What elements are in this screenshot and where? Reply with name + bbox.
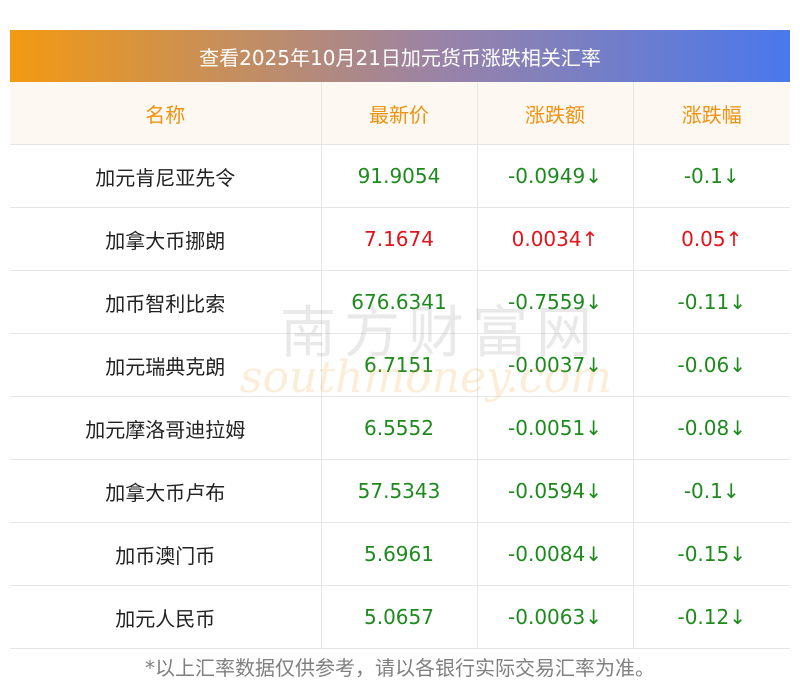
arrow-down-icon: ↓ (585, 164, 602, 188)
arrow-down-icon: ↓ (729, 290, 746, 314)
cell-change: 0.0034↑ (477, 207, 634, 271)
cell-latest-price: 6.7151 (321, 333, 478, 397)
cell-change-pct-value: -0.15 (677, 542, 730, 566)
cell-change-value: -0.0063 (508, 605, 586, 629)
column-header-change: 涨跌额 (477, 82, 634, 145)
column-header-pct: 涨跌幅 (633, 82, 790, 145)
cell-change-pct-value: -0.12 (677, 605, 730, 629)
cell-change: -0.0949↓ (477, 144, 634, 208)
cell-latest-price: 7.1674 (321, 207, 478, 271)
cell-currency-name: 加币澳门币 (10, 522, 322, 586)
cell-latest-price: 6.5552 (321, 396, 478, 460)
arrow-up-icon: ↑ (725, 227, 743, 251)
cell-latest-price: 5.0657 (321, 585, 478, 649)
cell-currency-name-value: 加元人民币 (115, 606, 216, 631)
cell-latest-price-value: 6.7151 (364, 353, 434, 377)
cell-currency-name: 加元瑞典克朗 (10, 333, 322, 397)
arrow-down-icon: ↓ (722, 479, 740, 503)
cell-currency-name: 加拿大币卢布 (10, 459, 322, 523)
cell-change-pct: -0.15↓ (633, 522, 790, 586)
cell-currency-name-value: 加元瑞典克朗 (105, 354, 226, 379)
cell-latest-price-value: 7.1674 (364, 227, 434, 251)
table-row: 加拿大币卢布 57.5343 -0.0594↓ -0.1↓ (10, 459, 790, 523)
cell-change: -0.0063↓ (477, 585, 634, 649)
cell-change: -0.0084↓ (477, 522, 634, 586)
cell-change: -0.0051↓ (477, 396, 634, 460)
cell-currency-name: 加拿大币挪朗 (10, 207, 322, 271)
table-row: 加元摩洛哥迪拉姆 6.5552 -0.0051↓ -0.08↓ (10, 396, 790, 460)
cell-latest-price: 5.6961 (321, 522, 478, 586)
arrow-down-icon: ↓ (585, 416, 602, 440)
cell-change-pct: -0.1↓ (633, 144, 790, 208)
cell-change-pct: -0.08↓ (633, 396, 790, 460)
cell-change-value: -0.0594 (508, 479, 586, 503)
cell-change-pct: 0.05↑ (633, 207, 790, 271)
cell-change-pct-value: -0.1 (683, 164, 723, 188)
table-row: 加元瑞典克朗 6.7151 -0.0037↓ -0.06↓ (10, 333, 790, 397)
cell-change-pct-value: 0.05 (681, 227, 726, 251)
cell-change-pct: -0.1↓ (633, 459, 790, 523)
cell-change-pct: -0.11↓ (633, 270, 790, 334)
arrow-down-icon: ↓ (729, 416, 746, 440)
disclaimer-note: *以上汇率数据仅供参考，请以各银行实际交易汇率为准。 (145, 656, 655, 680)
table-row: 加币智利比索 676.6341 -0.7559↓ -0.11↓ (10, 270, 790, 334)
cell-latest-price: 676.6341 (321, 270, 478, 334)
arrow-down-icon: ↓ (729, 605, 746, 629)
cell-latest-price-value: 57.5343 (357, 479, 441, 503)
cell-latest-price-value: 5.0657 (364, 605, 434, 629)
cell-latest-price-value: 91.9054 (357, 164, 441, 188)
arrow-down-icon: ↓ (729, 353, 746, 377)
cell-latest-price: 91.9054 (321, 144, 478, 208)
table-row: 加币澳门币 5.6961 -0.0084↓ -0.15↓ (10, 522, 790, 586)
cell-currency-name: 加元肯尼亚先令 (10, 144, 322, 208)
cell-currency-name: 加元摩洛哥迪拉姆 (10, 396, 322, 460)
cell-change: -0.0594↓ (477, 459, 634, 523)
cell-change-pct-value: -0.06 (677, 353, 730, 377)
cell-change-value: -0.0949 (508, 164, 586, 188)
cell-change-value: -0.0084 (508, 542, 586, 566)
cell-latest-price-value: 6.5552 (364, 416, 434, 440)
cell-currency-name-value: 加拿大币卢布 (105, 480, 226, 505)
table-row: 加元人民币 5.0657 -0.0063↓ -0.12↓ (10, 585, 790, 649)
cell-latest-price-value: 5.6961 (364, 542, 434, 566)
cell-change-pct: -0.06↓ (633, 333, 790, 397)
rate-panel: 查看2025年10月21日加元货币涨跌相关汇率 名称 最新价 涨跌额 涨跌幅 加… (10, 30, 790, 649)
cell-change-value: 0.0034 (511, 227, 582, 251)
cell-currency-name: 加元人民币 (10, 585, 322, 649)
column-header-price: 最新价 (321, 82, 478, 145)
cell-currency-name-value: 加拿大币挪朗 (105, 228, 226, 253)
cell-latest-price: 57.5343 (321, 459, 478, 523)
table-row: 加元肯尼亚先令 91.9054 -0.0949↓ -0.1↓ (10, 144, 790, 208)
cell-currency-name: 加币智利比索 (10, 270, 322, 334)
column-header-name: 名称 (10, 82, 322, 145)
cell-change-pct-value: -0.1 (683, 479, 723, 503)
cell-change-pct-value: -0.11 (677, 290, 730, 314)
cell-change-value: -0.0051 (508, 416, 586, 440)
arrow-down-icon: ↓ (585, 479, 602, 503)
cell-change-pct-value: -0.08 (677, 416, 730, 440)
cell-currency-name-value: 加元肯尼亚先令 (95, 165, 236, 190)
rate-table: 名称 最新价 涨跌额 涨跌幅 加元肯尼亚先令 91.9054 -0.0949↓ -0.… (10, 82, 790, 649)
table-row: 加拿大币挪朗 7.1674 0.0034↑ 0.05↑ (10, 207, 790, 271)
arrow-down-icon: ↓ (585, 290, 602, 314)
cell-change: -0.0037↓ (477, 333, 634, 397)
arrow-down-icon: ↓ (722, 164, 740, 188)
cell-change-pct: -0.12↓ (633, 585, 790, 649)
cell-change-value: -0.0037 (508, 353, 586, 377)
arrow-down-icon: ↓ (585, 353, 602, 377)
cell-currency-name-value: 加币澳门币 (115, 543, 216, 568)
arrow-down-icon: ↓ (585, 542, 602, 566)
cell-latest-price-value: 676.6341 (351, 290, 447, 314)
cell-change-value: -0.7559 (508, 290, 586, 314)
cell-change: -0.7559↓ (477, 270, 634, 334)
cell-currency-name-value: 加币智利比索 (105, 291, 226, 316)
arrow-down-icon: ↓ (585, 605, 602, 629)
table-header-row: 名称 最新价 涨跌额 涨跌幅 (10, 82, 790, 145)
arrow-down-icon: ↓ (729, 542, 746, 566)
arrow-up-icon: ↑ (581, 227, 599, 251)
cell-currency-name-value: 加元摩洛哥迪拉姆 (85, 417, 246, 442)
page-title: 查看2025年10月21日加元货币涨跌相关汇率 (10, 30, 790, 82)
